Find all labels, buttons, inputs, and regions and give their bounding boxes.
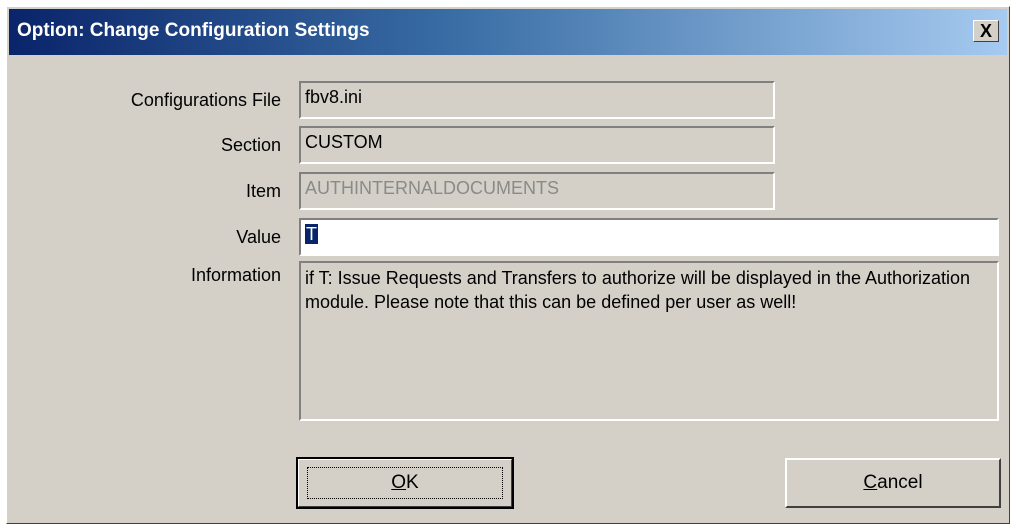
information-text: if T: Issue Requests and Transfers to au… [305, 268, 971, 312]
information-textarea[interactable]: if T: Issue Requests and Transfers to au… [299, 261, 999, 421]
focus-rect [307, 467, 503, 499]
cancel-label-rest: ancel [877, 472, 923, 493]
title-bar[interactable]: Option: Change Configuration Settings X [9, 9, 1007, 55]
cancel-button[interactable]: Cancel [785, 458, 1001, 508]
close-button[interactable]: X [973, 20, 999, 42]
item-label: Item [245, 181, 281, 201]
value-label: Value [236, 227, 281, 247]
window-title: Option: Change Configuration Settings [17, 20, 370, 41]
cancel-button-label: Cancel [863, 472, 922, 494]
cancel-mnemonic: C [863, 472, 878, 493]
config-file-value: fbv8.ini [305, 87, 363, 107]
dialog-window: Option: Change Configuration Settings X … [6, 6, 1010, 524]
value-input[interactable]: T [299, 218, 999, 256]
config-file-label: Configurations File [130, 90, 281, 110]
section-field: CUSTOM [299, 126, 775, 164]
item-value: AUTHINTERNALDOCUMENTS [305, 178, 560, 198]
section-label: Section [220, 135, 281, 155]
close-icon: X [979, 21, 992, 41]
config-file-field: fbv8.ini [299, 81, 775, 119]
ok-button[interactable]: OK [296, 457, 514, 509]
value-text-selected: T [305, 224, 318, 244]
item-field: AUTHINTERNALDOCUMENTS [299, 172, 775, 210]
information-label: Information [190, 265, 281, 285]
section-value: CUSTOM [305, 132, 383, 152]
